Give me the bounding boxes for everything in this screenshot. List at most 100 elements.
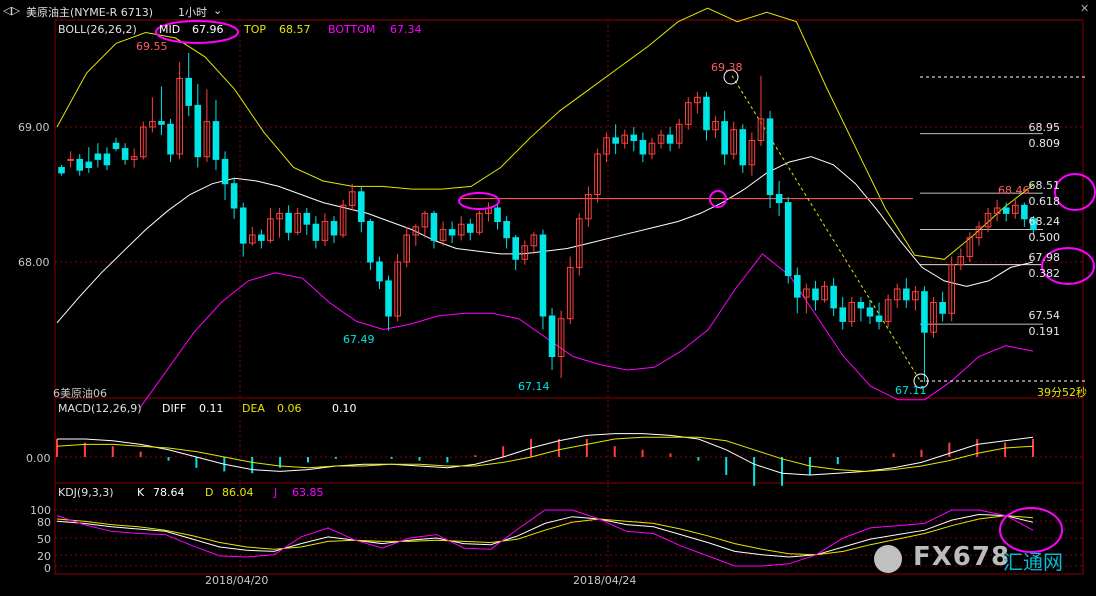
fib-ratio-0382: 0.382 [1028,267,1061,280]
resistance-highlight-ellipse [458,192,500,210]
boll-mid-value: 67.96 [192,23,224,36]
candle-body [939,302,946,314]
fib-price-0500: 68.24 [1028,215,1061,228]
candle-body [612,137,619,144]
candle-body [239,207,247,244]
price-tick-69: 69.00 [18,121,50,134]
candle-body [721,121,728,155]
trend-line [731,75,922,383]
boll-bottom-label: BOTTOM [328,23,376,36]
x-date-0424: 2018/04/24 [573,574,637,587]
kdj-d-label: D [205,486,214,499]
candle-body [221,158,229,185]
candle-body [739,129,747,166]
boll-label: BOLL(26,26,2) [58,23,137,36]
candle-body [857,302,865,309]
chart-window: ◁▷ 美原油主(NYME-R 6713) 1小时 ⌄ ✕ BOLL(26,26,… [0,0,1096,596]
kdj-j-value: 63.85 [292,486,324,499]
kdj-j-label: J [274,486,278,499]
low-label-3: 67.11 [895,384,927,397]
candle-body [630,134,638,142]
x-date-0420: 2018/04/20 [205,574,269,587]
boll-mid-label: MID [159,23,181,36]
fib-price-0191: 67.54 [1028,309,1061,322]
kdj-k-value: 78.64 [153,486,185,499]
candle-body [285,212,292,233]
candle-body [67,158,74,161]
kdj-tick-50: 50 [37,533,51,546]
macd-dea-label: DEA [242,402,265,415]
macd-zero-tick: 0.00 [26,452,51,465]
kdj-tick-80: 80 [37,516,51,529]
candle-body [775,194,783,204]
candle-body [766,118,774,195]
macd-diff-line [57,433,1034,476]
price-tick-68: 68.00 [18,256,50,269]
macd-label: MACD(12,26,9) [58,402,142,415]
kdj-d-value: 86.04 [222,486,254,499]
boll-top-line [56,7,1034,260]
boll-top-label: TOP [244,23,267,36]
candle-body [376,261,383,282]
fib-ratio-0618: 0.618 [1028,195,1061,208]
candle-body [866,307,874,317]
macd-diff-value: 0.11 [199,402,224,415]
candle-body [539,234,547,317]
candle-body [112,142,120,150]
candle-body [448,229,456,236]
candle-body [548,315,556,357]
macd-diff-label: DIFF [162,402,187,415]
macd-indicator [56,433,1034,486]
candle-body [194,104,202,158]
fib-price-0809: 68.95 [1028,121,1061,134]
candle-body [430,212,438,241]
candle-body [875,315,883,322]
watermark-subtext: 汇通网 [1003,550,1063,574]
candle-body [76,158,84,171]
high-label-2: 69.38 [711,61,743,74]
candle-body [639,140,647,155]
candle-body [121,148,129,160]
price-chart [54,7,1096,575]
candle-body [466,223,474,233]
macd-value: 0.10 [332,402,357,415]
candle-body [784,202,792,277]
candle-body [666,134,674,144]
candle-body [902,288,910,301]
low-label-2: 67.14 [518,380,550,393]
candle-body [303,212,311,225]
candle-body [385,280,392,317]
candle-body [793,275,801,298]
candle-body [330,221,338,236]
candle-body [921,291,928,333]
candle-body [812,288,819,301]
candlesticks [58,52,1037,383]
high-label-1: 69.55 [136,40,168,53]
candle-body [85,161,93,169]
candle-body [839,307,847,322]
fib-ratio-0809: 0.809 [1028,137,1061,150]
boll-bottom-value: 67.34 [390,23,422,36]
candle-body [158,121,165,125]
boll-top-value: 68.57 [279,23,311,36]
low-label-1: 67.49 [343,333,375,346]
candle-body [212,121,220,160]
candle-body [512,237,520,260]
candle-body [230,183,238,209]
candle-body [1021,204,1028,220]
fib-ratio-0191: 0.191 [1028,325,1061,338]
candle-body [367,221,374,263]
kdj-k-label: K [137,486,145,499]
fib-ratio-0500: 0.500 [1028,231,1061,244]
candle-body [357,191,365,223]
kdj-tick-0: 0 [44,562,51,575]
candle-body [494,207,501,222]
globe-logo-icon [874,545,902,573]
candle-body [58,167,65,174]
candle-body [167,123,174,155]
candle-body [703,96,710,131]
fib-0618-highlight [1054,173,1096,211]
candle-body [830,285,837,309]
candle-body [94,153,102,160]
macd-dea-value: 0.06 [277,402,302,415]
